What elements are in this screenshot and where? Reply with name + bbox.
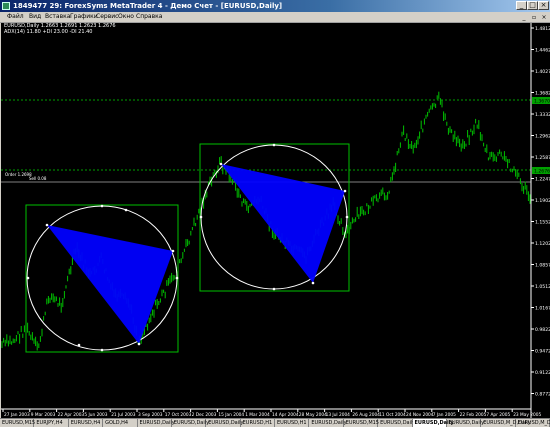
- object-handle[interactable]: [199, 215, 203, 219]
- sell-line-label: Sell 0.08: [29, 176, 47, 181]
- object-handle[interactable]: [311, 281, 315, 285]
- price-tick-label: 1.0167: [535, 306, 550, 312]
- price-tick-label: 0.9122: [535, 370, 550, 376]
- chart-tab[interactable]: GOLD,H4: [103, 419, 138, 427]
- menu-charts[interactable]: Графики: [70, 12, 98, 22]
- object-handle[interactable]: [219, 162, 223, 166]
- price-tick-label: 1.0857: [535, 263, 550, 269]
- menu-insert[interactable]: Вставка: [45, 12, 70, 22]
- object-handle[interactable]: [124, 208, 128, 212]
- price-tick-label: 1.3682: [535, 91, 550, 97]
- menu-view[interactable]: Вид: [29, 12, 41, 22]
- price-tick-label: 1.3332: [535, 112, 550, 118]
- price-tick-label: 0.9822: [535, 327, 550, 333]
- child-close-button[interactable]: ×: [540, 14, 548, 21]
- minimize-button[interactable]: _: [516, 1, 527, 10]
- object-handle[interactable]: [272, 287, 276, 291]
- object-handle[interactable]: [26, 276, 30, 280]
- chart-tab[interactable]: EURUSD,H1: [275, 419, 310, 427]
- title-bar: 1849477 29: ForexSyms MetaTrader 4 - Дем…: [0, 0, 550, 12]
- chart-tab[interactable]: EURUSD,M_D,Daily: [481, 419, 531, 427]
- menu-window[interactable]: Окно: [118, 12, 134, 22]
- price-tick-label: 1.4027: [535, 69, 550, 75]
- upper-level-price: 1.3670: [534, 99, 550, 105]
- price-tick-label: 1.0512: [535, 284, 550, 290]
- chart-tab[interactable]: EURUSD,H1: [241, 419, 275, 427]
- price-chart[interactable]: Order 1.2698 Sell 0.08 1.4812 1.4462 1.4027…: [1, 23, 550, 418]
- chart-tab[interactable]: EURUSD,M15: [0, 419, 35, 427]
- chart-tab[interactable]: EURUSD,M15: [344, 419, 379, 427]
- menu-bar: Файл Вид Вставка Графики Сервис Окно Спр…: [0, 12, 550, 23]
- window-title: 1849477 29: ForexSyms MetaTrader 4 - Дем…: [13, 2, 283, 10]
- maximize-button[interactable]: □: [527, 1, 538, 10]
- indicator-info: ADX(14) 11.80 +DI 23.00 -DI 21.40: [4, 29, 93, 35]
- price-tick-label: 1.1902: [535, 198, 550, 204]
- object-handle[interactable]: [77, 343, 81, 347]
- close-button[interactable]: ×: [538, 1, 549, 10]
- menu-tools[interactable]: Сервис: [96, 12, 118, 22]
- chart-tab[interactable]: EURUSD,Daily: [447, 419, 484, 427]
- chart-canvas[interactable]: Order 1.2698Sell 0.08 1.48121.44621.4027…: [1, 23, 550, 418]
- object-handle[interactable]: [137, 342, 141, 346]
- object-handle[interactable]: [100, 204, 104, 208]
- object-handle[interactable]: [100, 348, 104, 352]
- price-tick-label: 1.1202: [535, 241, 550, 247]
- price-tick-label: 0.9472: [535, 349, 550, 355]
- price-tick-label: 1.1552: [535, 220, 550, 226]
- chart-tab[interactable]: EURUSD,Daily: [309, 419, 347, 427]
- menu-help[interactable]: Справка: [136, 12, 162, 22]
- object-handle[interactable]: [345, 215, 349, 219]
- price-tick-label: 1.2962: [535, 134, 550, 140]
- price-tick-label: 1.2247: [535, 177, 550, 183]
- object-handle[interactable]: [343, 189, 347, 193]
- object-handle[interactable]: [45, 223, 49, 227]
- price-tick-label: 0.8772: [535, 392, 550, 398]
- chart-tab[interactable]: EURUSD,Daily: [138, 419, 175, 427]
- price-tick-label: 1.4812: [535, 26, 550, 32]
- chart-tab[interactable]: EURUSD,Daily: [378, 419, 415, 427]
- object-handle[interactable]: [175, 276, 179, 280]
- price-tick-label: 1.2587: [535, 155, 550, 161]
- chart-tab[interactable]: EURUSD,Daily: [412, 419, 454, 427]
- chart-tab[interactable]: EURUSD,Daily: [206, 419, 243, 427]
- object-handle[interactable]: [272, 143, 276, 147]
- price-tick-label: 1.4462: [535, 48, 550, 54]
- chart-tab[interactable]: EURJPY,H4: [34, 419, 69, 427]
- menu-file[interactable]: Файл: [7, 12, 24, 22]
- triangle-object-1[interactable]: [47, 225, 173, 344]
- child-minimize-button[interactable]: _: [520, 14, 528, 21]
- object-handle[interactable]: [171, 249, 175, 253]
- child-restore-button[interactable]: ▫: [530, 14, 538, 21]
- chart-tab[interactable]: EURUSD,M_D,Daily (offline): [516, 419, 550, 427]
- app-icon: [2, 2, 10, 10]
- chart-tab[interactable]: EURUSD,Daily: [172, 419, 209, 427]
- bid-price: 1.2676: [534, 169, 550, 175]
- chart-tab-bar: EURUSD,M15 EURJPY,H4 EURUSD,H4 GOLD,H4 EURUS…: [0, 418, 550, 427]
- chart-tab[interactable]: EURUSD,H4: [69, 419, 104, 427]
